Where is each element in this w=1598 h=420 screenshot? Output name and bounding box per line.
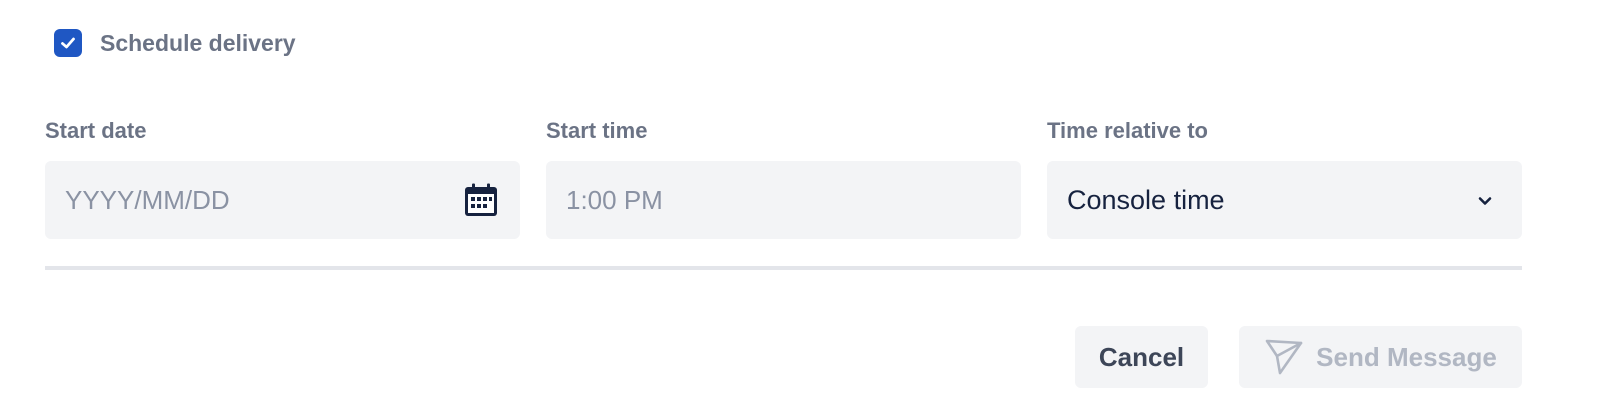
time-relative-field: Time relative to Console time (1047, 116, 1522, 239)
send-icon (1265, 339, 1303, 375)
schedule-delivery-checkbox[interactable] (54, 29, 82, 57)
divider (45, 266, 1522, 270)
time-relative-select[interactable]: Console time (1047, 161, 1522, 239)
send-message-label: Send Message (1316, 341, 1497, 372)
checkmark-icon (61, 37, 75, 49)
start-time-field: Start time (546, 116, 1021, 239)
start-time-box (546, 161, 1021, 239)
start-time-input[interactable] (546, 161, 1021, 239)
chevron-down-icon (1478, 197, 1492, 205)
calendar-icon[interactable] (463, 182, 499, 218)
cancel-button[interactable]: Cancel (1075, 326, 1208, 388)
start-date-box (45, 161, 520, 239)
send-message-button[interactable]: Send Message (1239, 326, 1522, 388)
start-time-label: Start time (546, 118, 648, 143)
schedule-delivery-label[interactable]: Schedule delivery (100, 30, 296, 57)
schedule-delivery-row: Schedule delivery (54, 28, 296, 58)
start-date-field: Start date (45, 116, 520, 239)
time-relative-label: Time relative to (1047, 118, 1208, 143)
start-date-label: Start date (45, 118, 147, 143)
start-date-input[interactable] (45, 161, 520, 239)
time-relative-selected-value: Console time (1067, 185, 1225, 215)
